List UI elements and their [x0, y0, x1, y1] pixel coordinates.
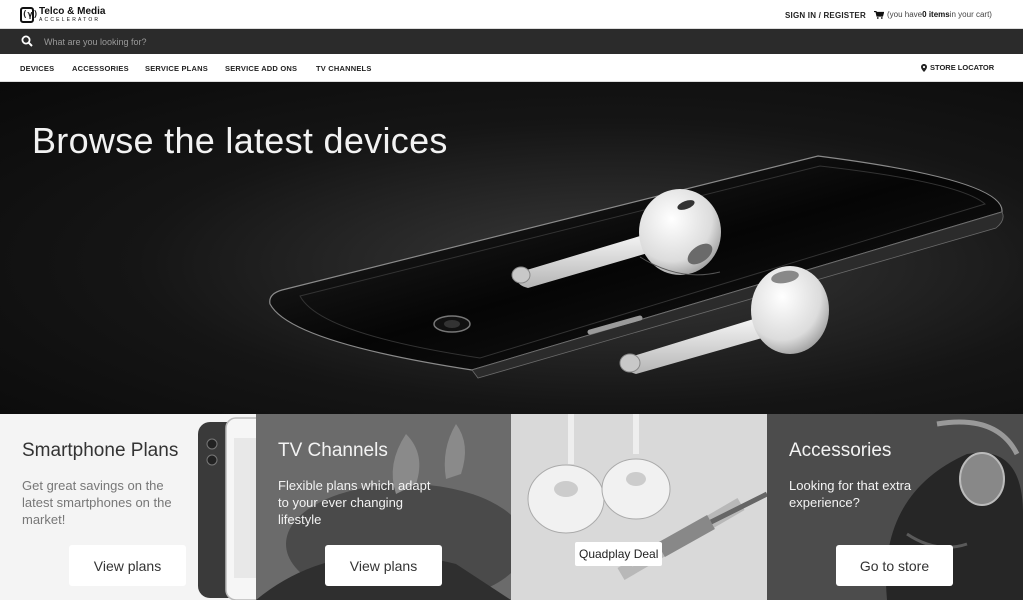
cart-summary[interactable]: (you have 0 items in your cart) — [874, 10, 992, 19]
view-plans-button[interactable]: View plans — [69, 545, 186, 586]
hero-title: Browse the latest devices — [32, 120, 448, 161]
search-bar — [0, 29, 1023, 54]
main-nav: DEVICES ACCESSORIES SERVICE PLANS SERVIC… — [0, 54, 1023, 82]
nav-item-service-plans[interactable]: SERVICE PLANS — [145, 64, 208, 73]
top-bar: (γ) Telco & Media ACCELERATOR SIGN IN / … — [0, 0, 1023, 29]
nav-item-accessories[interactable]: ACCESSORIES — [72, 64, 129, 73]
search-icon[interactable] — [21, 35, 33, 47]
map-pin-icon — [921, 63, 927, 72]
go-to-store-button[interactable]: Go to store — [836, 545, 953, 586]
store-locator-link[interactable]: STORE LOCATOR — [921, 63, 994, 72]
brand-logo[interactable]: (γ) Telco & Media ACCELERATOR — [20, 7, 106, 23]
tile-quadplay-deal[interactable]: Quadplay Deal — [511, 414, 767, 600]
tile-description: Get great savings on the latest smartpho… — [22, 478, 172, 527]
cart-suffix: in your cart) — [949, 10, 992, 19]
logo-title: Telco & Media — [39, 6, 106, 17]
quadplay-deal-label[interactable]: Quadplay Deal — [575, 542, 663, 566]
nav-item-tv-channels[interactable]: TV CHANNELS — [316, 64, 372, 73]
sign-in-register-link[interactable]: SIGN IN / REGISTER — [785, 11, 866, 20]
tile-title: Accessories — [789, 440, 892, 461]
cart-prefix: (you have — [887, 10, 923, 19]
nav-item-service-add-ons[interactable]: SERVICE ADD ONS — [225, 64, 297, 73]
cart-icon — [874, 10, 884, 19]
store-locator-label: STORE LOCATOR — [930, 63, 995, 72]
cart-count: 0 — [922, 10, 927, 19]
cart-items-word: items — [928, 10, 950, 19]
tile-title: TV Channels — [278, 440, 388, 461]
nav-item-devices[interactable]: DEVICES — [20, 64, 54, 73]
tile-accessories[interactable]: Accessories Looking for that extra exper… — [767, 414, 1023, 600]
tile-description: Looking for that extra experience? — [789, 478, 912, 510]
tile-title: Smartphone Plans — [22, 440, 179, 461]
view-plans-button[interactable]: View plans — [325, 545, 442, 586]
logo-wordmark: Telco & Media ACCELERATOR — [39, 7, 106, 23]
tile-tv-channels[interactable]: TV Channels Flexible plans which adapt t… — [256, 414, 511, 600]
tile-description: Flexible plans which adapt to your ever … — [278, 478, 431, 527]
tile-smartphone-plans[interactable]: Smartphone Plans Get great savings on th… — [0, 414, 256, 600]
hero-banner[interactable]: Browse the latest devices — [0, 82, 1023, 414]
earbuds-cable-image — [511, 414, 767, 600]
logo-subtitle: ACCELERATOR — [39, 17, 101, 23]
logo-glyph: (γ) — [20, 7, 38, 23]
search-input[interactable] — [44, 33, 544, 50]
